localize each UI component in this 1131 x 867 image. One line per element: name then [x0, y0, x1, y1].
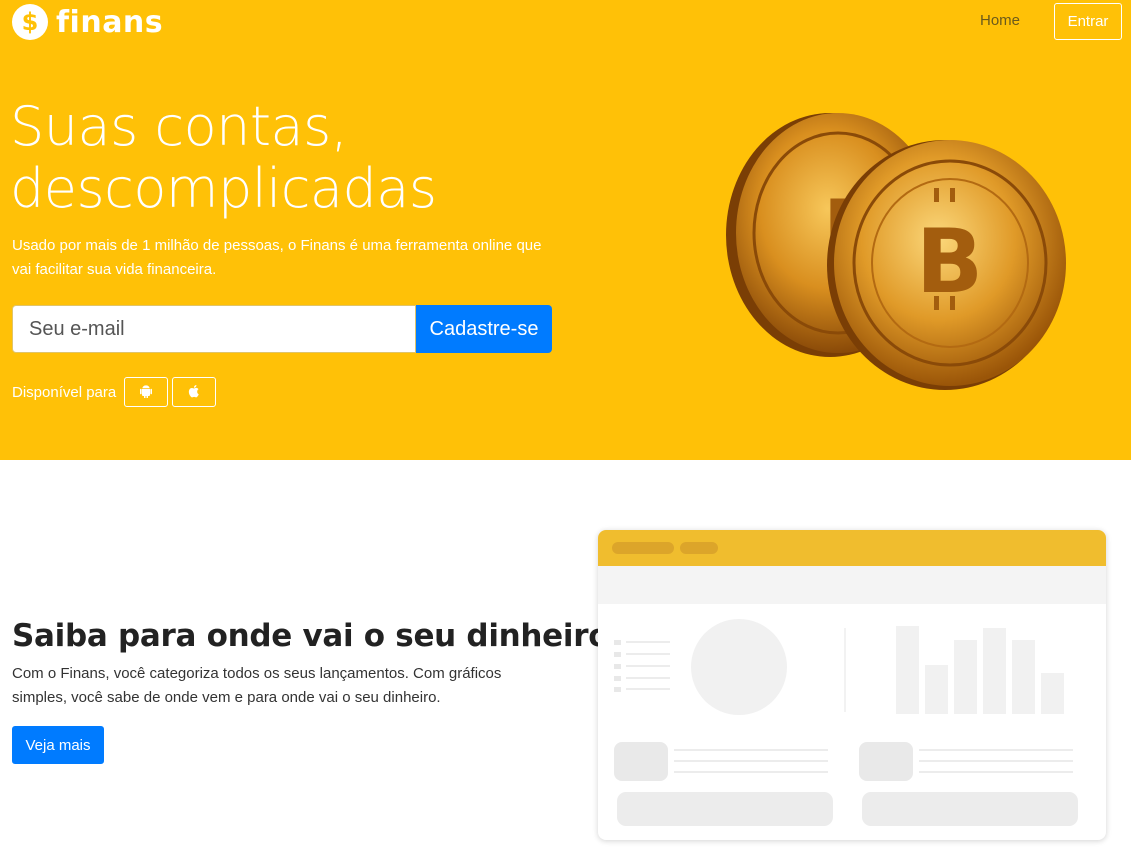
apple-store-button[interactable]	[172, 377, 217, 407]
android-icon	[138, 383, 154, 402]
hero-title-line1: Suas contas,	[10, 95, 348, 158]
apple-icon	[186, 383, 202, 402]
nav-home-link[interactable]: Home	[980, 12, 1020, 29]
brand-logo[interactable]: $ finans	[12, 4, 163, 40]
hero-title-line2: descomplicadas	[10, 157, 437, 220]
bitcoin-coins-image: B B	[720, 100, 1080, 400]
hero-section: $ finans Home Entrar Suas contas, descom…	[0, 0, 1131, 460]
android-store-button[interactable]	[124, 377, 169, 407]
see-more-button[interactable]: Veja mais	[12, 726, 104, 764]
mock-dashboard-graphics	[614, 619, 1078, 826]
svg-text:B: B	[916, 210, 983, 313]
front-coin: B	[827, 140, 1066, 390]
feature-title: Saiba para onde vai o seu dinheiro	[12, 618, 610, 654]
signup-button[interactable]: Cadastre-se	[416, 305, 552, 353]
hero-subtitle: Usado por mais de 1 milhão de pessoas, o…	[12, 237, 542, 278]
feature-text: Com o Finans, você categoriza todos os s…	[12, 665, 502, 706]
signup-form: Cadastre-se	[12, 305, 552, 353]
brand-name: finans	[56, 4, 164, 40]
hero-title: Suas contas, descomplicadas	[10, 96, 570, 220]
dollar-icon: $	[12, 4, 48, 40]
available-label: Disponível para	[12, 383, 117, 401]
email-input[interactable]	[12, 305, 416, 353]
dashboard-illustration	[598, 530, 1106, 840]
login-button[interactable]: Entrar	[1054, 3, 1122, 40]
app-availability: Disponível para	[12, 377, 217, 407]
